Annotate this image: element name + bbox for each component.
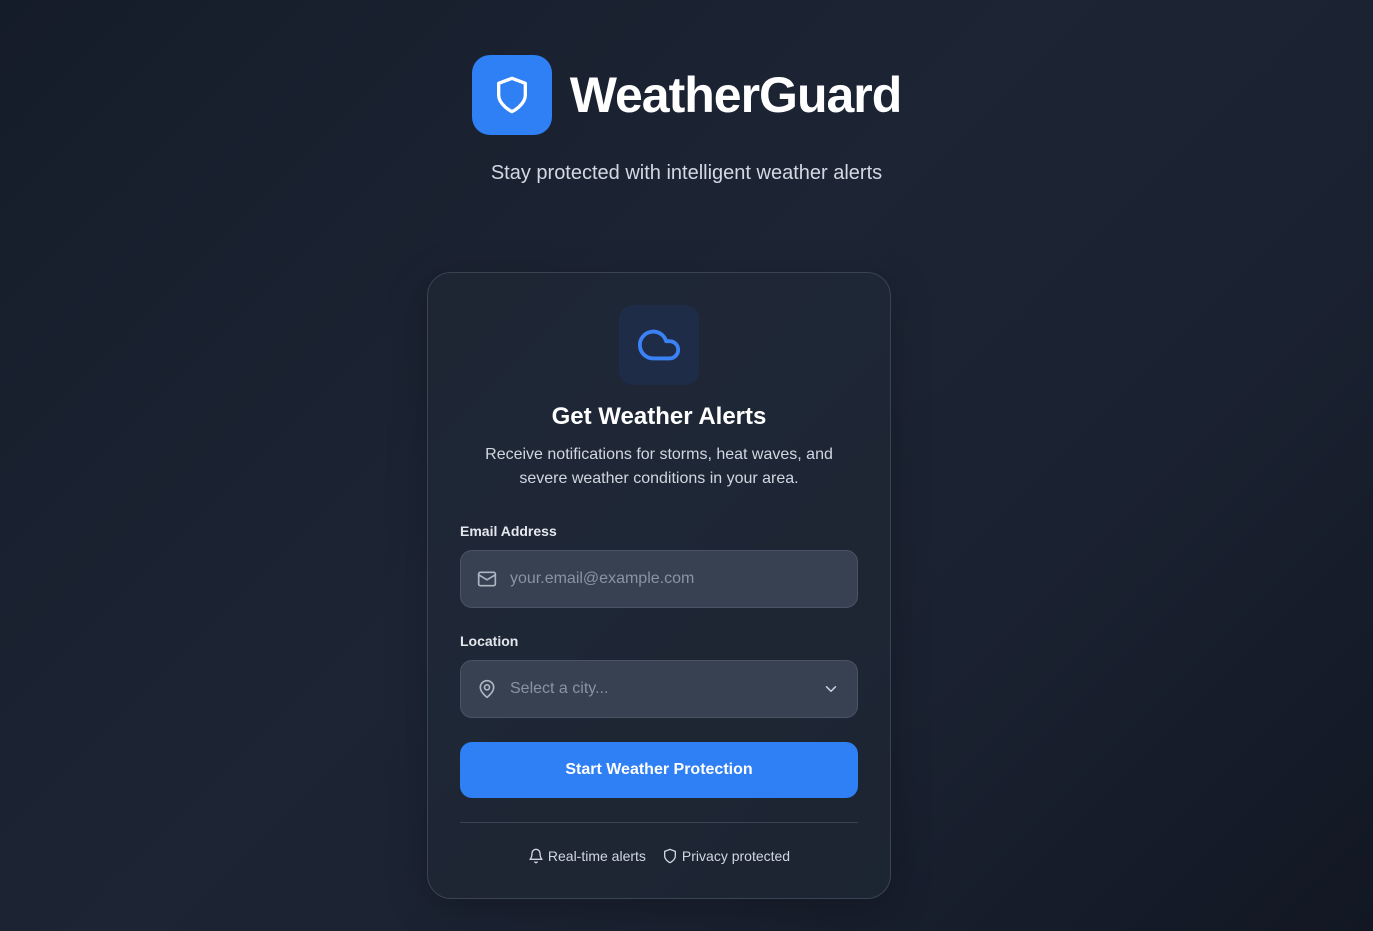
location-label: Location [460,633,519,649]
shield-icon [496,76,527,114]
chevron-down-icon[interactable] [821,679,841,699]
shield-icon [663,848,676,864]
location-select[interactable]: Select a city... [460,660,858,718]
cloud-icon [637,329,681,361]
feature-label: Privacy protected [681,848,791,864]
tagline: Stay protected with intelligent weather … [490,162,883,184]
divider [460,822,858,823]
features: Real-time alerts Privacy protected [428,848,890,864]
location-placeholder: Select a city... [510,680,609,697]
email-label: Email Address [460,523,557,539]
brand: WeatherGuard [471,55,903,135]
card-description: Receive notifications for storms, heat w… [485,446,833,487]
header: WeatherGuard Stay protected with intelli… [0,55,1373,185]
email-field[interactable] [460,550,858,608]
feature-realtime-alerts: Real-time alerts [528,848,646,864]
signup-card: Get Weather Alerts Receive notifications… [427,272,891,899]
brand-name: WeatherGuard [569,67,903,123]
cloud-badge [619,305,699,385]
feature-label: Real-time alerts [547,848,646,864]
bell-icon [529,848,543,864]
logo [471,55,552,135]
card-title: Get Weather Alerts [551,403,767,430]
feature-privacy-protected: Privacy protected [662,848,790,864]
start-protection-button[interactable]: Start Weather Protection [460,742,858,798]
map-pin-icon [477,679,497,699]
mail-icon [477,569,497,589]
email-input[interactable] [510,570,857,588]
